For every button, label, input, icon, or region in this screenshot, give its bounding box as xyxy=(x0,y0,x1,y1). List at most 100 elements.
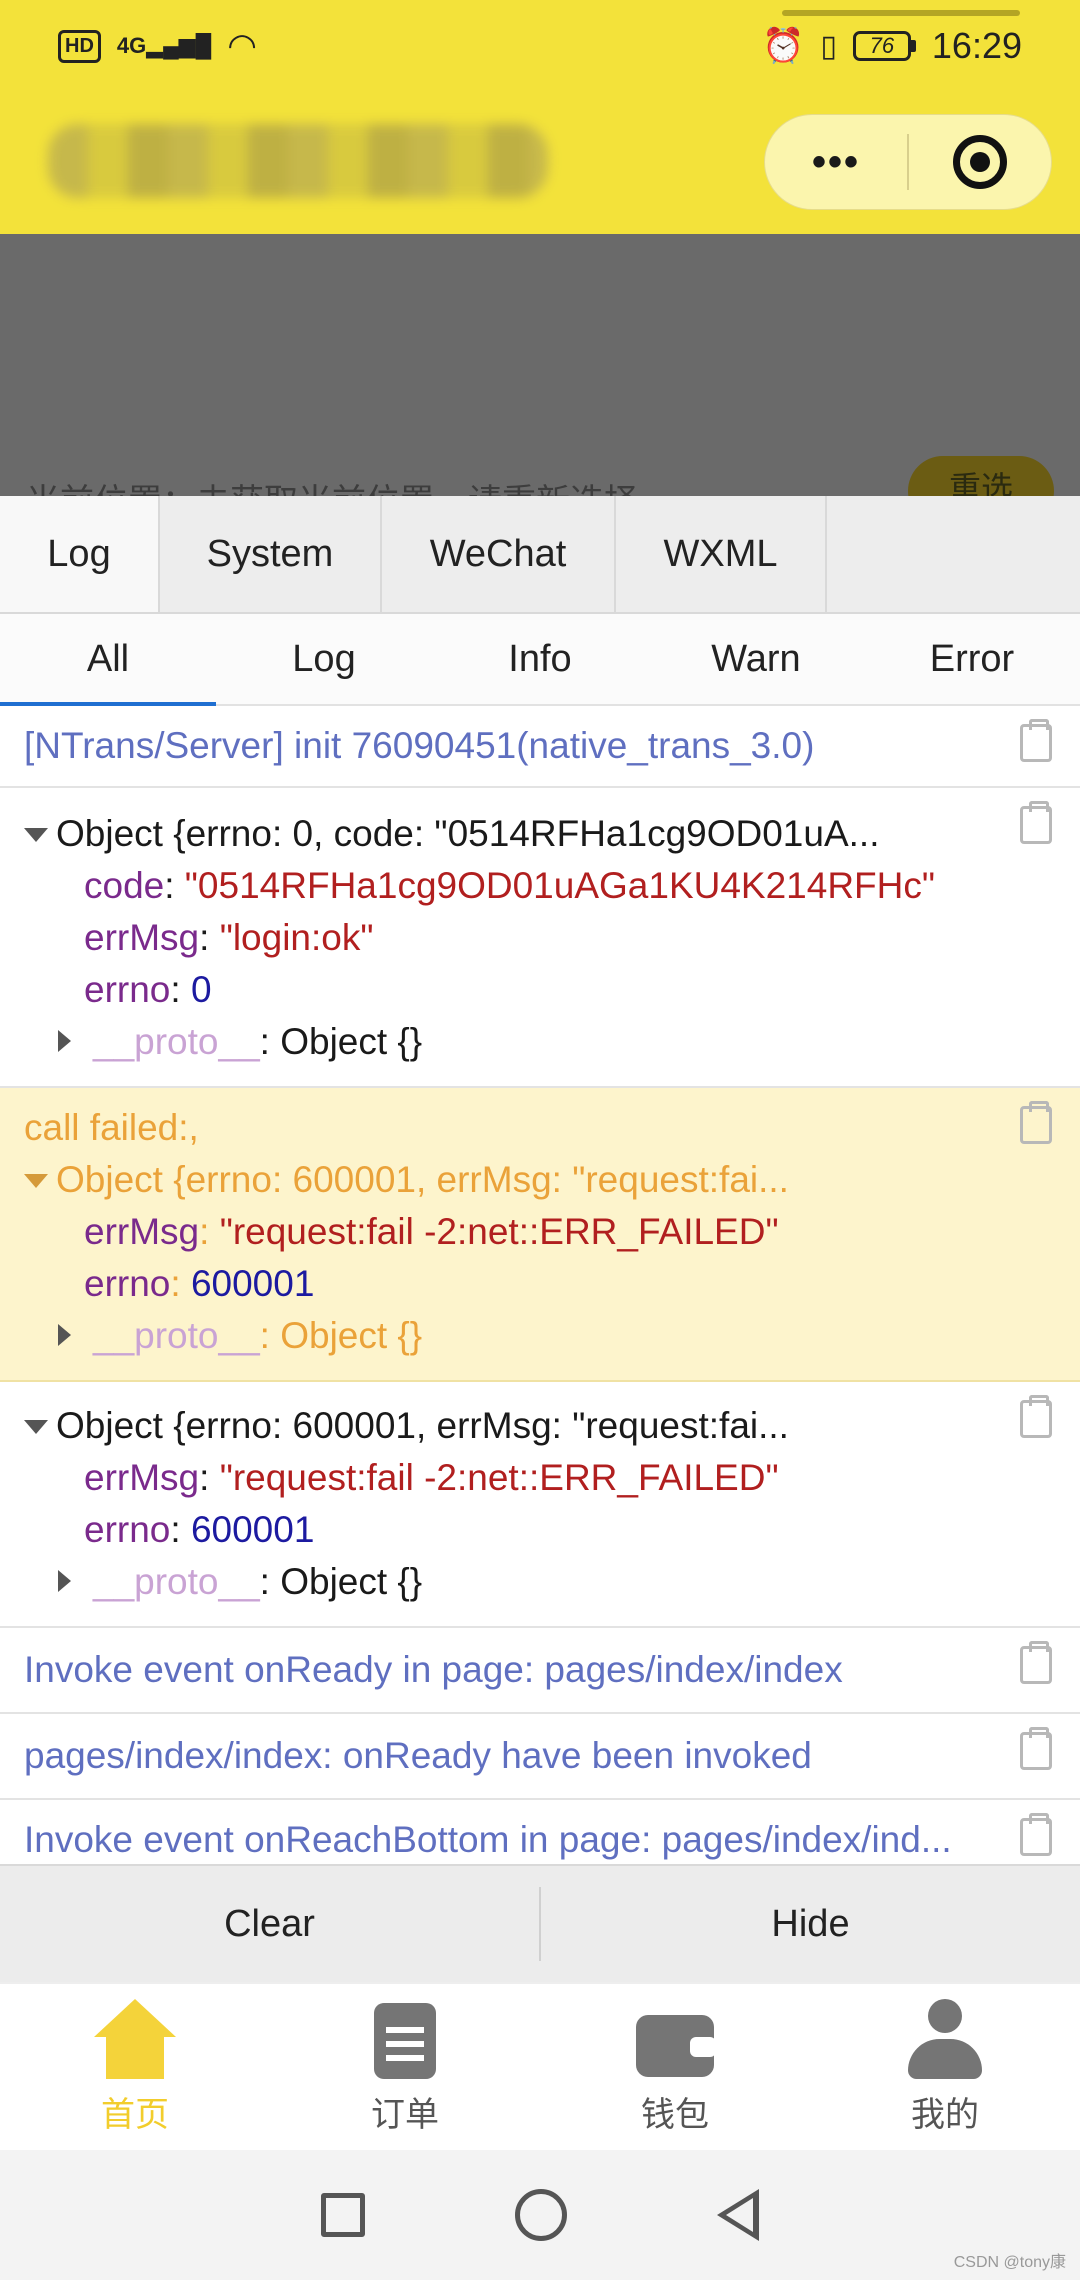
prop-value: Object {} xyxy=(280,1315,423,1356)
tab-label: 订单 xyxy=(371,2095,439,2134)
prop-value: "0514RFHa1cg9OD01uAGa1KU4K214RFHc" xyxy=(184,865,936,906)
tab-wallet[interactable]: 钱包 xyxy=(540,1984,810,2150)
log-row: [NTrans/Server] init 76090451(native_tra… xyxy=(0,706,1080,788)
console-footer: Clear Hide xyxy=(0,1864,1080,1982)
close-miniprogram-button[interactable] xyxy=(909,115,1051,209)
object-prop: errno: 0 xyxy=(84,969,212,1010)
object-summary[interactable]: Object {errno: 600001, errMsg: "request:… xyxy=(24,1400,990,1452)
warn-title: call failed:, xyxy=(24,1107,199,1148)
expand-icon xyxy=(24,1174,48,1188)
copy-icon[interactable] xyxy=(1020,1813,1052,1856)
miniprogram-capsule: ••• xyxy=(764,114,1052,210)
tab-label: 钱包 xyxy=(641,2095,709,2134)
tab-orders[interactable]: 订单 xyxy=(270,1984,540,2150)
battery-tip xyxy=(910,40,916,52)
prop-value: 0 xyxy=(190,969,212,1010)
copy-icon[interactable] xyxy=(1020,801,1052,844)
log-text: pages/index/index: onReady have been inv… xyxy=(24,1735,812,1776)
subtab-info[interactable]: Info xyxy=(432,614,648,704)
proto-row[interactable]: __proto__: Object {} xyxy=(24,1016,990,1068)
home-icon xyxy=(94,1998,176,2081)
subtab-all[interactable]: All xyxy=(0,614,216,706)
object-summary[interactable]: Object {errno: 0, code: "0514RFHa1cg9OD0… xyxy=(24,808,990,860)
expand-icon xyxy=(24,1420,48,1434)
proto-row[interactable]: __proto__: Object {} xyxy=(24,1556,990,1608)
prop-value: "request:fail -2:net::ERR_FAILED" xyxy=(219,1211,779,1252)
network-type: 4G xyxy=(116,33,147,58)
alarm-icon: ⏰ xyxy=(762,27,805,65)
prop-key: __proto__ xyxy=(93,1021,260,1062)
status-left: HD 4G▂▄▆█ ◠ xyxy=(58,26,257,66)
tab-system[interactable]: System xyxy=(160,496,382,612)
prop-value: Object {} xyxy=(280,1561,423,1602)
reselect-button[interactable]: 重选 xyxy=(908,456,1054,496)
object-prop: code: "0514RFHa1cg9OD01uAGa1KU4K214RFHc" xyxy=(84,865,936,906)
home-circle-icon[interactable] xyxy=(515,2189,567,2241)
object-summary[interactable]: Object {errno: 600001, errMsg: "request:… xyxy=(24,1154,990,1206)
log-row: Object {errno: 600001, errMsg: "request:… xyxy=(0,1382,1080,1628)
system-nav-bar xyxy=(0,2150,1080,2280)
tab-wxml[interactable]: WXML xyxy=(616,496,827,612)
prop-key: code xyxy=(84,865,165,906)
tab-mine[interactable]: 我的 xyxy=(810,1984,1080,2150)
battery-level: 76 xyxy=(852,31,911,61)
prop-key: errMsg xyxy=(84,1211,200,1252)
log-row-warn: call failed:, Object {errno: 600001, err… xyxy=(0,1088,1080,1382)
order-icon xyxy=(364,1999,446,2081)
object-prop: errno: 600001 xyxy=(84,1263,315,1304)
copy-icon[interactable] xyxy=(1020,1641,1052,1684)
prop-key: errMsg xyxy=(84,1457,200,1498)
prop-value: "login:ok" xyxy=(219,917,374,958)
proto-row[interactable]: __proto__: Object {} xyxy=(24,1310,990,1362)
expand-icon xyxy=(24,828,48,842)
prop-value: 600001 xyxy=(190,1263,315,1304)
object-summary-text: Object {errno: 600001, errMsg: "request:… xyxy=(56,1405,789,1446)
back-icon[interactable] xyxy=(717,2189,759,2241)
vconsole-panel: Log System WeChat WXML All Log Info Warn… xyxy=(0,496,1080,1982)
tab-wechat[interactable]: WeChat xyxy=(382,496,616,612)
copy-icon[interactable] xyxy=(1020,1395,1052,1438)
prop-key: __proto__ xyxy=(93,1315,260,1356)
more-button[interactable]: ••• xyxy=(765,115,907,209)
console-top-tabs: Log System WeChat WXML xyxy=(0,496,1080,614)
clear-button[interactable]: Clear xyxy=(0,1866,539,1982)
tab-label: 首页 xyxy=(101,2095,169,2134)
prop-key: __proto__ xyxy=(93,1561,260,1602)
status-time: 16:29 xyxy=(931,25,1022,66)
copy-icon[interactable] xyxy=(1020,719,1052,762)
subtab-error[interactable]: Error xyxy=(864,614,1080,704)
copy-icon[interactable] xyxy=(1020,1101,1052,1144)
subtab-log[interactable]: Log xyxy=(216,614,432,704)
bottom-tabbar: 首页 订单 钱包 我的 xyxy=(0,1982,1080,2150)
object-prop: errMsg: "request:fail -2:net::ERR_FAILED… xyxy=(84,1457,779,1498)
tab-log[interactable]: Log xyxy=(0,496,160,612)
recents-icon[interactable] xyxy=(321,2193,365,2237)
prop-key: errno xyxy=(84,1263,171,1304)
object-prop: errMsg: "login:ok" xyxy=(84,917,374,958)
signal-icon: 4G▂▄▆█ xyxy=(116,33,212,58)
log-text: Invoke event onReachBottom in page: page… xyxy=(24,1819,952,1860)
object-summary-text: Object {errno: 0, code: "0514RFHa1cg9OD0… xyxy=(56,813,880,854)
prop-value: 600001 xyxy=(190,1509,315,1550)
console-sub-tabs: All Log Info Warn Error xyxy=(0,614,1080,706)
collapse-icon xyxy=(58,1030,71,1052)
blurred-page-title xyxy=(48,124,548,198)
prop-key: errno xyxy=(84,969,171,1010)
tab-label: 我的 xyxy=(911,2095,979,2134)
log-text: [NTrans/Server] init 76090451(native_tra… xyxy=(24,725,815,766)
wallet-icon xyxy=(634,1999,716,2081)
status-bar: HD 4G▂▄▆█ ◠ ⏰ ▯ 76 16:29 xyxy=(0,0,1080,92)
vibrate-icon: ▯ xyxy=(820,29,837,63)
object-prop: errno: 600001 xyxy=(84,1509,315,1550)
page-overlay: 当前位置：未获取当前位置，请重新选择 重选 xyxy=(0,234,1080,496)
subtab-warn[interactable]: Warn xyxy=(648,614,864,704)
log-text: Invoke event onReady in page: pages/inde… xyxy=(24,1649,843,1690)
copy-icon[interactable] xyxy=(1020,1727,1052,1770)
log-row: Object {errno: 0, code: "0514RFHa1cg9OD0… xyxy=(0,788,1080,1088)
log-list: [NTrans/Server] init 76090451(native_tra… xyxy=(0,706,1080,1880)
hide-button[interactable]: Hide xyxy=(541,1866,1080,1982)
wifi-icon: ◠ xyxy=(227,27,257,65)
status-right: ⏰ ▯ 76 16:29 xyxy=(762,25,1022,67)
log-row: Invoke event onReady in page: pages/inde… xyxy=(0,1628,1080,1714)
tab-home[interactable]: 首页 xyxy=(0,1984,270,2150)
